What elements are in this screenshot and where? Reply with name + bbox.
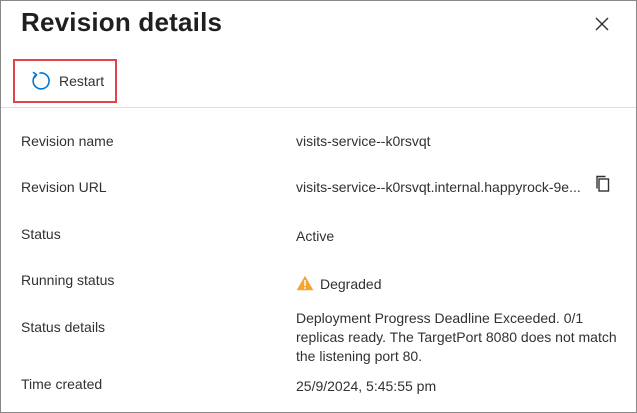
field-label: Revision name	[21, 133, 114, 149]
field-label: Time created	[21, 376, 103, 392]
field-label: Revision URL	[21, 179, 107, 195]
toolbar: Restart	[1, 59, 636, 108]
restart-button[interactable]: Restart	[13, 59, 117, 103]
close-button[interactable]	[591, 13, 613, 35]
revision-details-panel: Revision details Restart Revision name v…	[0, 0, 637, 413]
warning-icon	[296, 275, 314, 291]
revision-name-value: visits-service--k0rsvqt	[296, 133, 431, 149]
field-label: Running status	[21, 272, 115, 288]
status-value: Active	[296, 228, 335, 244]
running-status-value: Degraded	[320, 276, 382, 292]
panel-title: Revision details	[21, 7, 223, 37]
status-details-value: Deployment Progress Deadline Exceeded. 0…	[296, 310, 617, 364]
revision-url-link[interactable]: visits-service--k0rsvqt.internal.happyro…	[296, 179, 581, 195]
restart-label: Restart	[59, 73, 105, 89]
restart-icon	[29, 70, 51, 92]
field-label: Status	[21, 226, 61, 242]
running-status-value-wrap: Degraded	[296, 275, 382, 292]
close-icon	[595, 17, 609, 31]
time-created-value: 25/9/2024, 5:45:55 pm	[296, 378, 437, 394]
field-label: Status details	[21, 319, 106, 335]
copy-icon[interactable]	[594, 174, 612, 194]
